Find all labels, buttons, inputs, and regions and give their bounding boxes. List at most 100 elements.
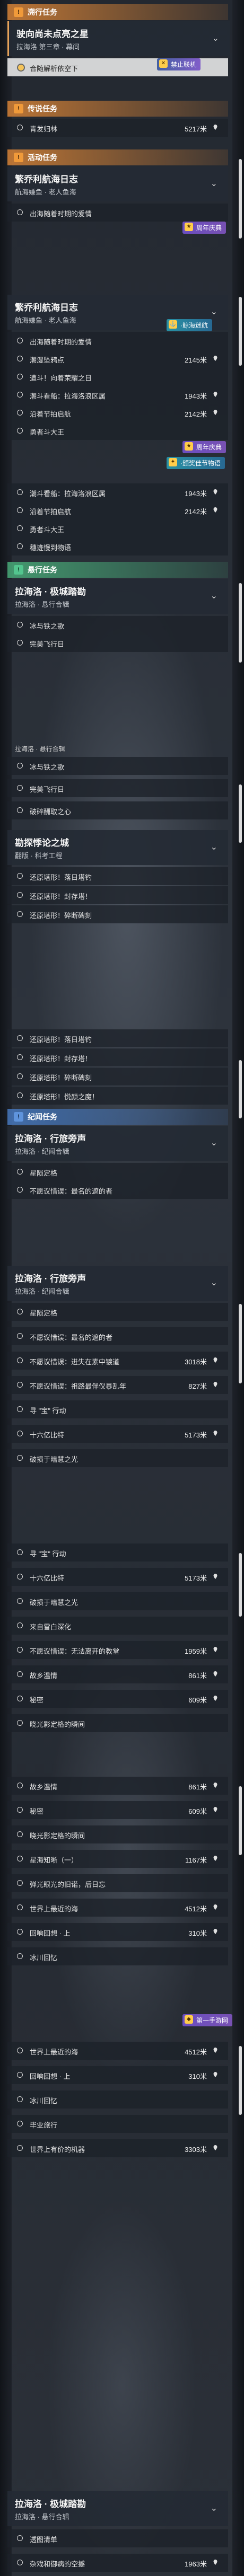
- scrollbar-thumb[interactable]: [239, 583, 242, 663]
- list-item[interactable]: 不愿议惜误：祖路最伴仪暴乱年 827米: [7, 1376, 228, 1394]
- list-item[interactable]: 寻 "宝" 行动: [7, 1400, 228, 1418]
- list-item[interactable]: 世界上最近的海 4512米: [7, 2042, 228, 2060]
- list-item[interactable]: 破损于暗慧之光: [7, 1592, 228, 1610]
- list-item[interactable]: 世界上有价的机器 3303米: [7, 2139, 228, 2157]
- list-item[interactable]: 还原塔形！悦颜之魔！: [7, 1087, 228, 1105]
- list-item[interactable]: 透图清单: [7, 2529, 228, 2547]
- list-item[interactable]: 还原塔形！封存塔！: [7, 1048, 228, 1066]
- list-item[interactable]: 沿着节拍启航 2142米: [7, 404, 228, 422]
- quest-subtitle: 拉海洛 · 悬行合辑: [15, 2513, 69, 2521]
- list-item[interactable]: 完美飞行日: [7, 779, 228, 797]
- list-item[interactable]: 秘密 609米: [7, 1690, 228, 1708]
- list-item[interactable]: 破碎酬取之心: [7, 801, 228, 819]
- list-item[interactable]: 星海知晰（一） 1167米: [7, 1850, 228, 1868]
- list-item[interactable]: 冰川回忆: [7, 2090, 228, 2109]
- scrollbar-thumb[interactable]: [239, 784, 242, 843]
- list-item[interactable]: 杂戏和御病的空撼 1963米: [7, 2554, 228, 2572]
- list-item[interactable]: 故乡温情 861米: [7, 1665, 228, 1683]
- list-item[interactable]: 遭斗！向着荣耀之日: [7, 368, 228, 386]
- list-item[interactable]: 还原塔形！碎断碑刻: [7, 1068, 228, 1086]
- list-item[interactable]: 寻 "宝" 行动: [7, 1543, 228, 1562]
- list-item[interactable]: 世界上最近的海 4512米: [7, 1899, 228, 1917]
- chevron-down-icon[interactable]: ⌄: [211, 590, 217, 601]
- scrollbar-thumb[interactable]: [239, 1060, 242, 1118]
- list-item[interactable]: 冰与铁之歌: [7, 757, 228, 775]
- list-item[interactable]: 不愿议惜误：无法离开的教堂 1959米: [7, 1641, 228, 1659]
- list-item[interactable]: 穗迹慢到物语: [7, 537, 228, 555]
- section-header-story[interactable]: ! 纪闻任务: [7, 1109, 228, 1125]
- scrollbar-thumb[interactable]: [239, 159, 242, 239]
- objective-marker-icon: [17, 543, 23, 549]
- distance-label: 827米: [188, 1382, 207, 1390]
- list-item[interactable]: 不愿议惜误：最名的遮的者: [7, 1327, 228, 1345]
- list-item[interactable]: 十六亿比特 5173米: [7, 1568, 228, 1586]
- list-item[interactable]: 勇者斗大王: [7, 519, 228, 537]
- list-item[interactable]: 破损于暗慧之光: [7, 1449, 228, 1467]
- list-item[interactable]: 还原塔形！碎断碑刻: [7, 905, 228, 923]
- list-item[interactable]: 来自雪白深化: [7, 1617, 228, 1635]
- quest-card[interactable]: 繁乔利航海日志 航海嫌鱼 · 老人鱼海 ⌄: [7, 166, 228, 201]
- objective-marker-icon: [17, 2560, 23, 2565]
- objective-marker-icon: [17, 1382, 23, 1388]
- list-item[interactable]: 潮斗看船：拉海洛浪区属 1943米: [7, 483, 228, 501]
- section-header-legend[interactable]: ! 传说任务: [7, 101, 228, 117]
- list-item[interactable]: 青发归林 5217米: [7, 119, 228, 137]
- list-item[interactable]: 还原塔形！落日塔钓: [7, 867, 228, 885]
- quest-card[interactable]: 拉海洛 · 行旅旁声 拉海洛 · 纪闻合辑 ⌄: [7, 1126, 228, 1161]
- list-item[interactable]: 晓光影定格的瞬间: [7, 1825, 228, 1843]
- list-item[interactable]: 沿着节拍启航 2142米: [7, 501, 228, 519]
- list-item[interactable]: 不愿议惜误：最名的遮的者: [7, 1181, 228, 1199]
- section-header-event[interactable]: ! 活动任务: [7, 149, 228, 165]
- list-item[interactable]: 潮斗看船：拉海洛浪区属 1943米: [7, 386, 228, 404]
- list-item[interactable]: 星陨定格: [7, 1303, 228, 1321]
- scrollbar-thumb[interactable]: [239, 297, 242, 366]
- objective-marker-icon: [17, 1357, 23, 1363]
- chevron-down-icon[interactable]: ⌄: [211, 1137, 217, 1148]
- section-header-tracking[interactable]: ! 溯行任务: [7, 4, 228, 20]
- quest-card[interactable]: 勘探悸论之城 翻版 · 科考工程 ⌄: [7, 830, 228, 865]
- objective-marker-icon: [17, 2048, 23, 2053]
- list-item[interactable]: 不愿议惜误：进失在素中镀道 3018米: [7, 1352, 228, 1370]
- chevron-down-icon[interactable]: ⌄: [211, 306, 217, 317]
- list-item[interactable]: 毕业旅行: [7, 2115, 228, 2133]
- list-item[interactable]: 秘密 609米: [7, 1801, 228, 1819]
- scrollbar-thumb[interactable]: [239, 1786, 242, 1855]
- list-item[interactable]: 出海随着时期的爱情: [7, 204, 228, 222]
- list-item[interactable]: 冰与铁之歌: [7, 616, 228, 634]
- scrollbar-thumb[interactable]: [239, 1553, 242, 1617]
- quest-card[interactable]: 拉海洛 · 极城踏勘 拉海洛 · 悬行合辑 ⌄: [7, 2491, 228, 2526]
- list-item[interactable]: 还原塔形！封存塔！: [7, 886, 228, 904]
- quest-subtitle: 翻版 · 科考工程: [15, 852, 63, 860]
- objective-marker-icon: [17, 1455, 23, 1461]
- chevron-down-icon[interactable]: ⌄: [211, 1277, 217, 1288]
- list-item[interactable]: 还原塔形！落日塔钓: [7, 1029, 228, 1047]
- quest-card[interactable]: 拉海洛 · 极城踏勘 拉海洛 · 悬行合辑 ⌄: [7, 579, 228, 614]
- list-item[interactable]: 弹光眼光的旧诺，后日忘: [7, 1874, 228, 1892]
- list-item[interactable]: 十六亿比特 5173米: [7, 1425, 228, 1443]
- list-item[interactable]: 回响回想 · 上 310米: [7, 1923, 228, 1941]
- chevron-down-icon[interactable]: ⌄: [211, 842, 217, 852]
- objective-marker-icon: [17, 338, 23, 343]
- list-item[interactable]: 星陨定格: [7, 1163, 228, 1181]
- chevron-down-icon[interactable]: ⌄: [211, 178, 217, 189]
- section-title: 纪闻任务: [28, 1113, 57, 1121]
- list-item[interactable]: 冰川回忆: [7, 1947, 228, 1965]
- list-item[interactable]: 完美飞行日: [7, 634, 228, 652]
- list-item[interactable]: 勇者斗大王: [7, 422, 228, 440]
- objective-marker-icon: [17, 911, 23, 917]
- objective-label: 沿着节拍启航: [30, 410, 72, 418]
- chevron-down-icon[interactable]: ⌄: [212, 33, 219, 43]
- location-pin-icon: [213, 125, 217, 130]
- chevron-down-icon[interactable]: ⌄: [211, 2503, 217, 2513]
- exclamation-icon: !: [14, 7, 23, 17]
- quest-card[interactable]: 驶向尚未点亮之星 拉海洛 第三章 · 幕间 ⌄: [7, 21, 230, 56]
- list-item[interactable]: 回响回想 · 上 310米: [7, 2066, 228, 2084]
- scrollbar-thumb[interactable]: [239, 1304, 242, 1383]
- quest-card[interactable]: 拉海洛 · 行旅旁声 拉海洛 · 纪闻合辑 ⌄: [7, 1266, 228, 1301]
- list-item[interactable]: 故乡温情 861米: [7, 1777, 228, 1795]
- list-item[interactable]: 潮湿坠鸦点 2145米: [7, 350, 228, 368]
- scrollbar-thumb[interactable]: [239, 2046, 242, 2115]
- list-item[interactable]: 出海随着时期的爱情: [7, 332, 228, 350]
- list-item[interactable]: 晓光影定格的瞬间: [7, 1714, 228, 1732]
- section-header-hunt[interactable]: ! 悬行任务: [7, 562, 228, 578]
